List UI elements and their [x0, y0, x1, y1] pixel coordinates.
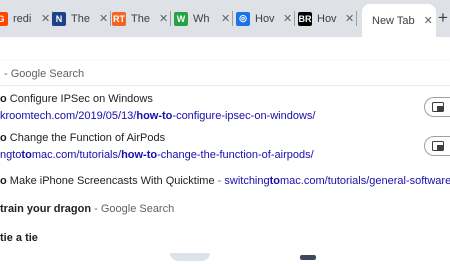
tab-title: The	[71, 12, 90, 25]
close-icon[interactable]: ✕	[283, 12, 292, 25]
close-icon[interactable]: ✕	[41, 12, 50, 25]
close-icon[interactable]: ✕	[159, 12, 168, 25]
globe-icon: ◎	[236, 11, 250, 26]
tab-title: New Tab	[372, 14, 415, 27]
tab-title: redi	[13, 12, 32, 25]
tab-title: The	[131, 12, 150, 25]
search-suggestion-current[interactable]: - Google Search	[4, 68, 84, 80]
tab-separator	[356, 11, 357, 26]
tab[interactable]: Gredi ✕	[0, 6, 50, 31]
tab[interactable]: RT The ✕	[112, 6, 168, 31]
tab[interactable]: W Wh ✕	[174, 6, 230, 31]
tab-new-tab[interactable]: New Tab ✕	[362, 4, 436, 37]
reddit-icon: G	[0, 11, 8, 26]
tab[interactable]: ◎ Hov ✕	[236, 6, 292, 31]
new-tab-button[interactable]: +	[438, 8, 448, 28]
tab-strip: Gredi ✕ N The ✕ RT The ✕ W Wh ✕ ◎ Hov ✕ BR Hov ✕ New Tab…	[0, 0, 450, 37]
switch-to-tab-button[interactable]	[424, 136, 450, 156]
history-suggestion-title[interactable]: o Change the Function of AirPods	[0, 132, 165, 144]
divider	[0, 85, 450, 86]
tab-icon	[431, 141, 444, 151]
rtt-icon: RT	[112, 11, 126, 26]
search-suggestion[interactable]: tie a tie	[0, 232, 38, 244]
page-graphic	[170, 253, 210, 261]
tab-icon	[431, 102, 444, 112]
br-icon: BR	[298, 11, 312, 26]
history-suggestion-title[interactable]: o Configure IPSec on Windows	[0, 93, 153, 105]
tab-separator	[232, 11, 233, 26]
nba-icon: N	[52, 11, 66, 26]
close-icon[interactable]: ✕	[424, 14, 433, 27]
tab[interactable]: N The ✕	[52, 6, 108, 31]
tab-title: Hov	[255, 12, 275, 25]
close-icon[interactable]: ✕	[221, 12, 230, 25]
tab-separator	[294, 11, 295, 26]
history-suggestion-inline[interactable]: o Make iPhone Screencasts With Quicktime…	[0, 175, 450, 187]
history-suggestion-url[interactable]: ngtotomac.com/tutorials/how-to-change-th…	[0, 149, 314, 161]
tab[interactable]: BR Hov ✕	[298, 6, 354, 31]
switch-to-tab-button[interactable]	[424, 97, 450, 117]
tab-title: Wh	[193, 12, 210, 25]
close-icon[interactable]: ✕	[345, 12, 354, 25]
tab-separator	[110, 11, 111, 26]
toolbar-strip	[0, 37, 450, 61]
page-background	[0, 253, 450, 264]
tab-separator	[170, 11, 171, 26]
search-suggestion[interactable]: train your dragon - Google Search	[0, 203, 174, 215]
whatsapp-icon: W	[174, 11, 188, 26]
tab-title: Hov	[317, 12, 337, 25]
history-suggestion-url[interactable]: kroomtech.com/2019/05/13/how-to-configur…	[0, 110, 315, 122]
page-graphic	[300, 255, 316, 260]
close-icon[interactable]: ✕	[99, 12, 108, 25]
